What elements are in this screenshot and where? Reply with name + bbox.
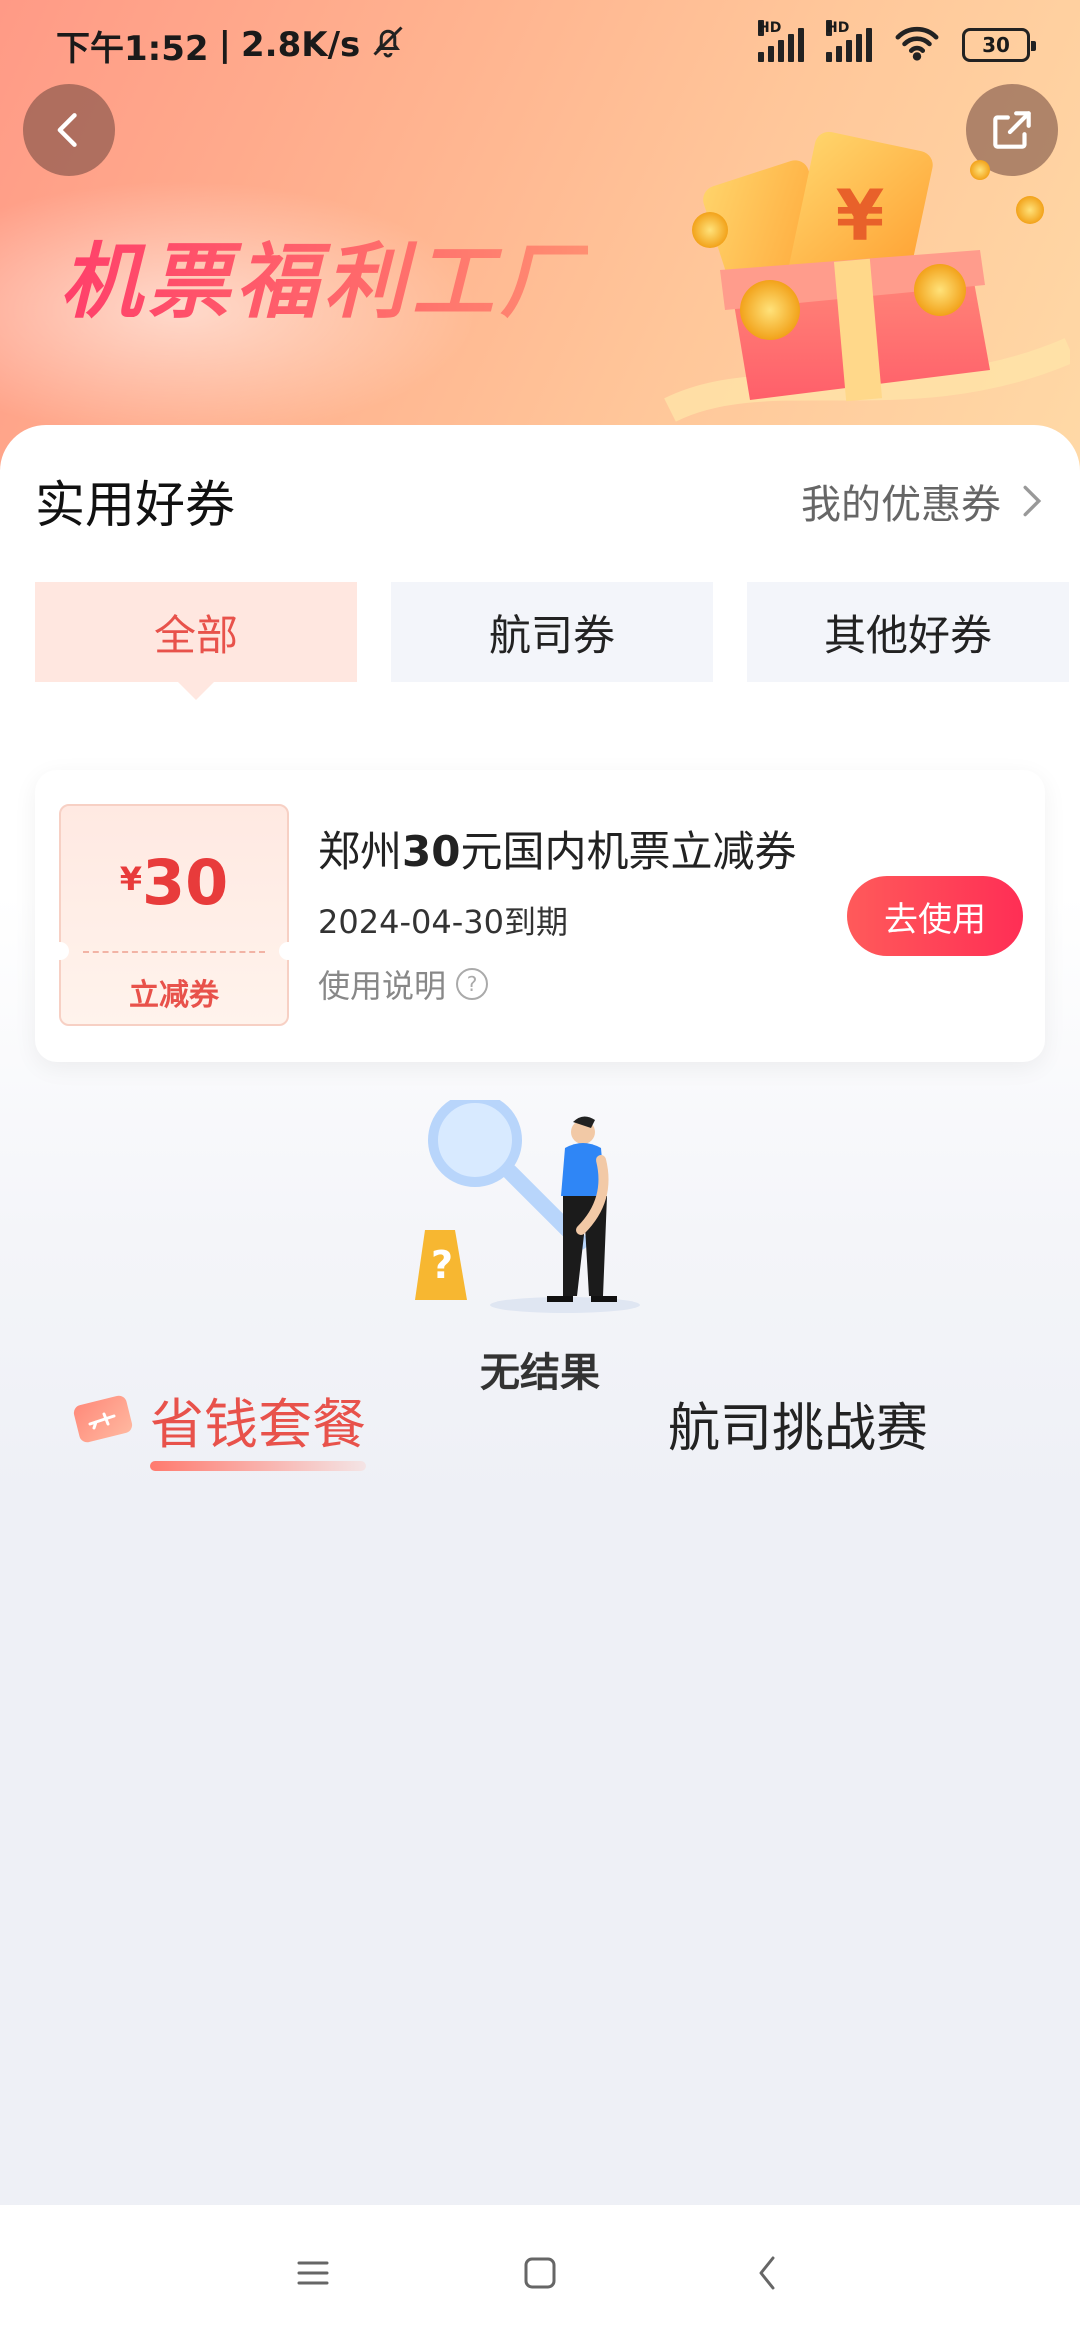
coupon-expiry: 2024-04-30到期	[318, 903, 568, 941]
empty-state-text: 无结果	[480, 1350, 600, 1396]
status-bar: 下午1:52 | 2.8K/s HD HD 30	[0, 0, 1080, 90]
back-button[interactable]	[23, 84, 115, 176]
usage-rules-label: 使用说明	[318, 967, 447, 1005]
tab-all[interactable]: 全部	[35, 582, 357, 682]
coupon-title: 郑州30元国内机票立减券	[318, 827, 797, 876]
battery-icon: 30	[962, 28, 1036, 62]
coupon-sheet: 实用好券 我的优惠券 全部 航司券 其他好券 ¥30 立减券 郑州30元国内机票…	[0, 425, 1080, 2225]
status-right: HD HD 30	[758, 20, 1036, 65]
tab-other-coupons[interactable]: 其他好券	[747, 582, 1069, 682]
svg-text:?: ?	[431, 1243, 453, 1287]
help-icon: ?	[456, 968, 489, 1000]
use-coupon-button[interactable]: 去使用	[847, 876, 1023, 956]
home-square-icon	[524, 2257, 556, 2288]
coupon-tabs: 全部 航司券 其他好券	[35, 582, 1069, 682]
my-coupons-label: 我的优惠券	[801, 482, 1001, 528]
chevron-left-icon	[57, 113, 77, 147]
status-left: 下午1:52 | 2.8K/s	[56, 21, 406, 70]
no-results-illustration: ?	[415, 1100, 640, 1313]
usage-rules-link[interactable]: 使用说明 ?	[318, 961, 796, 1007]
menu-button[interactable]	[283, 2243, 343, 2303]
status-time: 下午1:52	[56, 28, 209, 69]
system-nav-bar	[0, 2205, 1080, 2340]
menu-icon	[297, 2261, 329, 2284]
gift-box-illustration: ¥	[664, 131, 1070, 422]
svg-text:¥: ¥	[836, 175, 885, 257]
currency-symbol: ¥	[119, 860, 142, 898]
coupon-type: 立减券	[129, 978, 219, 1013]
home-button[interactable]	[510, 2243, 570, 2303]
hero-banner: 下午1:52 | 2.8K/s HD HD 30 机票福利工厂 ¥	[0, 0, 1080, 470]
status-divider: |	[218, 25, 231, 65]
section-title: 实用好券	[35, 476, 235, 534]
chevron-left-icon	[759, 2256, 775, 2289]
system-back-button[interactable]	[737, 2243, 797, 2303]
section-header: 实用好券 我的优惠券	[35, 465, 1045, 537]
mute-bell-icon	[370, 23, 406, 68]
coupon-info: 郑州30元国内机票立减券 2024-04-30到期 使用说明 ?	[318, 818, 796, 1007]
tab-airline-coupons[interactable]: 航司券	[391, 582, 713, 682]
coupon-card[interactable]: ¥30 立减券 郑州30元国内机票立减券 2024-04-30到期 使用说明 ?…	[35, 770, 1045, 1062]
my-coupons-link[interactable]: 我的优惠券	[801, 472, 1045, 530]
status-network-speed: 2.8K/s	[241, 25, 361, 65]
wifi-icon	[894, 25, 940, 65]
page-title: 机票福利工厂	[60, 215, 588, 334]
coupon-amount: ¥30	[61, 846, 287, 919]
amount-value: 30	[141, 846, 229, 919]
coupon-ticket: ¥30 立减券	[51, 804, 297, 1026]
chevron-right-icon	[1023, 485, 1042, 517]
ticket-divider	[83, 951, 265, 953]
signal-icon: HD	[826, 20, 872, 62]
signal-icon: HD	[758, 20, 804, 62]
plane-ticket-icon	[73, 1395, 133, 1442]
